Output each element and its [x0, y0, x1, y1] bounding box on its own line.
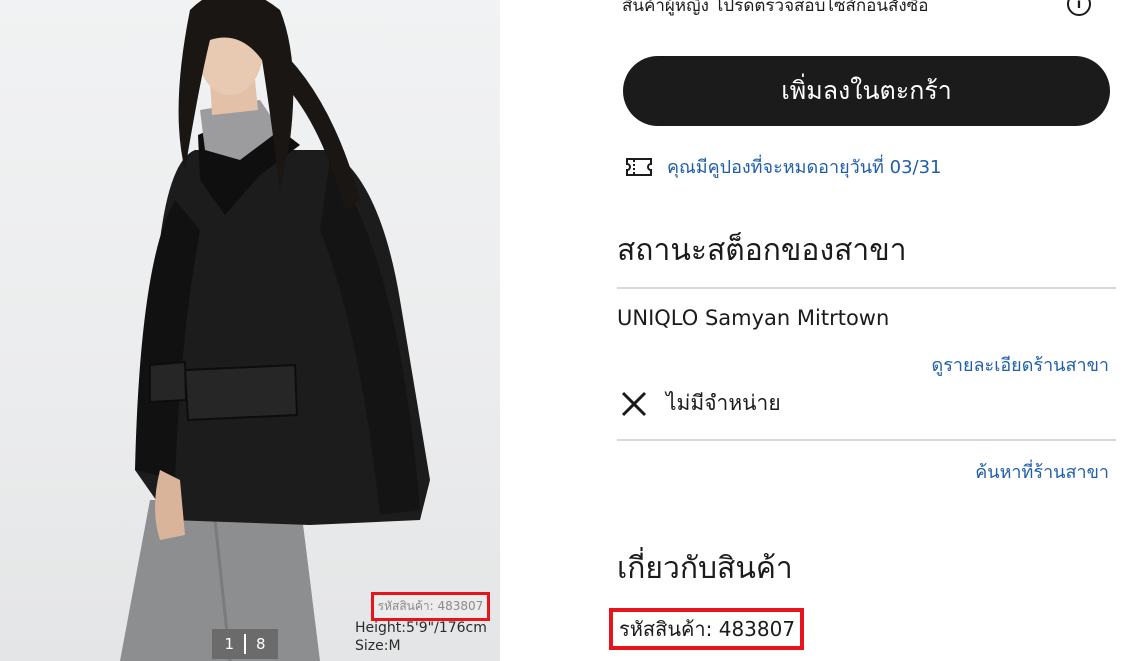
find-store-link[interactable]: ค้นหาที่ร้านสาขา	[975, 457, 1109, 486]
divider	[617, 439, 1116, 441]
close-icon	[621, 391, 647, 416]
image-counter: 1 8	[212, 629, 278, 659]
model-illustration	[120, 0, 430, 661]
product-image[interactable]: รหัสสินค้า: 483807 Height:5'9"/176cm Siz…	[0, 0, 500, 661]
store-detail-link[interactable]: ดูรายละเอียดร้านสาขา	[932, 350, 1110, 379]
product-sku: รหัสสินค้า: 483807	[609, 608, 804, 650]
stock-status-text: ไม่มีจำหน่าย	[666, 391, 781, 415]
coupon-notice[interactable]: คุณมีคูปองที่จะหมดอายุวันที่ 03/31	[625, 152, 942, 181]
info-icon[interactable]: i	[1067, 0, 1091, 16]
store-name: UNIQLO Samyan Mitrtown	[617, 306, 890, 330]
model-info: Height:5'9"/176cm Size:M	[355, 619, 487, 655]
ticket-icon	[626, 157, 652, 176]
counter-total: 8	[256, 635, 266, 653]
model-size: Size:M	[355, 638, 401, 654]
add-to-cart-button[interactable]: เพิ่มลงในตะกร้า	[623, 56, 1110, 126]
divider	[617, 287, 1116, 289]
counter-divider	[244, 634, 246, 654]
stock-heading: สถานะสต็อกของสาขา	[617, 233, 907, 268]
stock-status: ไม่มีจำหน่าย	[620, 387, 781, 420]
size-note: สินค้าผู้หญิง โปรดตรวจสอบไซส์ก่อนสั่งซื้…	[622, 0, 929, 16]
photo-sku-label: รหัสสินค้า: 483807	[371, 592, 490, 621]
model-height: Height:5'9"/176cm	[355, 620, 487, 636]
about-heading: เกี่ยวกับสินค้า	[617, 551, 793, 586]
counter-current: 1	[224, 635, 234, 653]
coupon-link[interactable]: คุณมีคูปองที่จะหมดอายุวันที่ 03/31	[667, 152, 942, 181]
